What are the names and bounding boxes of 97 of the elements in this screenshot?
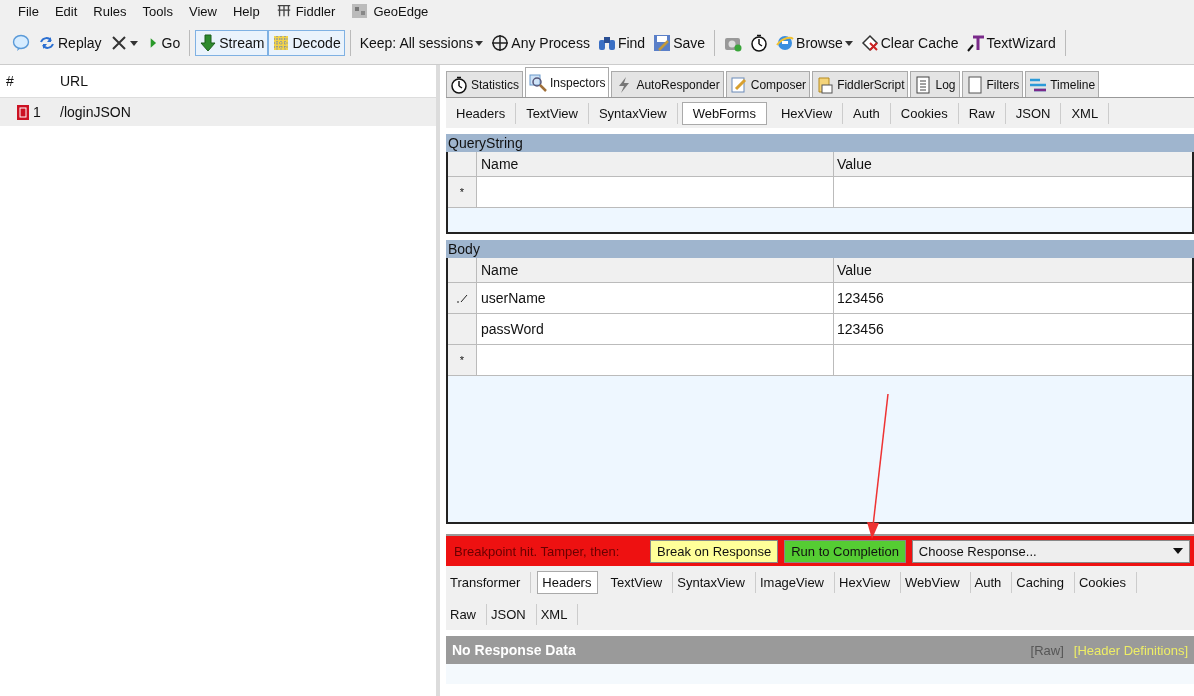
response-dropdown[interactable]: Choose Response... [911, 539, 1190, 563]
toolbar-button[interactable]: Find [593, 30, 650, 56]
dropdown-arrow-icon [1173, 548, 1183, 554]
action-button[interactable]: Break on Response [650, 539, 779, 563]
menu-item[interactable]: GeoEdge [373, 3, 429, 19]
menu-item[interactable]: Help [232, 3, 260, 19]
text-wand-icon [966, 34, 985, 52]
column-header: # [5, 73, 15, 89]
globe-icon [776, 34, 795, 52]
menu-item[interactable]: Rules [93, 3, 127, 19]
tab[interactable]: Transformer [446, 571, 532, 593]
tab[interactable]: Timeline [1025, 71, 1100, 97]
checkbox-icon [965, 75, 984, 94]
toolbar-button[interactable]: Any Process [487, 30, 594, 56]
tab[interactable]: Cookies [1074, 571, 1137, 593]
section-header: QueryString [446, 134, 1194, 152]
speech-bubble-icon [12, 34, 30, 52]
script-icon [816, 75, 835, 94]
tab[interactable]: WebView [901, 571, 971, 593]
tab[interactable]: FiddlerScript [812, 71, 909, 97]
tab[interactable]: Headers [446, 102, 517, 124]
document-icon [914, 75, 933, 94]
caret-icon [475, 40, 484, 46]
tab[interactable]: WebForms [681, 101, 767, 125]
breakpoint-icon [16, 103, 30, 121]
tab[interactable]: SyntaxView [588, 102, 678, 124]
tab[interactable]: Raw [446, 603, 487, 625]
session-row[interactable]: 1 /loginJSON [0, 98, 436, 126]
menu-item[interactable]: Tools [142, 3, 173, 19]
stopwatch-icon [450, 75, 468, 94]
tab[interactable]: SyntaxView [673, 571, 756, 593]
tab[interactable]: Cookies [890, 102, 959, 124]
tab[interactable]: HexView [770, 102, 843, 124]
caret-icon [844, 40, 853, 46]
menu-item[interactable]: Edit [54, 3, 78, 19]
tab[interactable]: AutoResponder [611, 71, 724, 97]
value-cell[interactable]: 123456 [834, 283, 1192, 313]
column-header: Value [836, 155, 873, 174]
tab[interactable]: Headers [537, 570, 599, 594]
tab[interactable]: Composer [725, 71, 811, 97]
value-cell[interactable]: 123456 [834, 314, 1192, 344]
toolbar-button[interactable]: Go [141, 30, 185, 56]
tab[interactable]: Auth [843, 102, 891, 124]
down-arrow-icon [199, 34, 218, 52]
menu-item[interactable]: Fiddler [295, 3, 336, 19]
tab[interactable]: JSON [487, 603, 537, 625]
column-header: Name [477, 152, 834, 176]
tab[interactable]: ImageView [755, 571, 835, 593]
tab[interactable]: Statistics [446, 71, 523, 97]
menu-item[interactable]: View [188, 3, 217, 19]
tab[interactable]: HexView [835, 571, 902, 593]
decode-icon [272, 34, 291, 52]
tab[interactable]: Auth [970, 571, 1013, 593]
crosshair-icon [491, 34, 510, 52]
name-cell[interactable]: passWord [477, 314, 834, 344]
section-header: Body [446, 240, 1194, 258]
eraser-icon [860, 34, 879, 52]
toolbar-button[interactable]: Replay [34, 30, 106, 56]
remove-icon [109, 34, 128, 52]
column-header: Name [477, 258, 834, 282]
action-button[interactable]: Run to Completion [784, 539, 906, 563]
tab[interactable]: Filters [961, 71, 1024, 97]
toolbar-button[interactable]: Keep: All sessions [355, 31, 488, 55]
column-header: Value [836, 261, 873, 280]
tab[interactable]: Caching [1012, 571, 1075, 593]
name-cell[interactable]: userName [477, 283, 834, 313]
new-row-marker: * [459, 354, 465, 366]
toolbar-button[interactable]: Stream [195, 30, 269, 56]
pencil-icon [729, 75, 748, 94]
tab[interactable]: TextView [516, 102, 589, 124]
tab[interactable]: Inspectors [525, 67, 610, 97]
tab[interactable]: TextView [606, 571, 674, 593]
session-number: 1 [33, 104, 41, 120]
toolbar-button[interactable]: Decode [268, 30, 345, 56]
save-icon [653, 34, 672, 52]
breakpoint-message: Breakpoint hit. Tamper, then: [453, 543, 621, 559]
stopwatch-icon [750, 34, 769, 52]
caret-icon [129, 40, 138, 46]
replay-icon [38, 34, 56, 52]
menu-item[interactable]: File [18, 3, 39, 19]
session-url: /loginJSON [59, 104, 131, 120]
tab[interactable]: Raw [958, 102, 1006, 124]
tab[interactable]: XML [1061, 102, 1110, 124]
new-row-marker: * [459, 186, 465, 198]
toolbar-button[interactable]: TextWizard [962, 30, 1060, 56]
column-header: URL [59, 73, 88, 89]
pencil-icon [456, 293, 468, 303]
magnifier-icon [529, 73, 547, 92]
toolbar-button[interactable]: Browse [772, 30, 857, 56]
toolbar-button[interactable]: Save [649, 30, 710, 56]
tab[interactable]: XML [536, 603, 579, 625]
response-title: No Response Data [452, 642, 576, 658]
binoculars-icon [597, 34, 616, 52]
toolbar-button[interactable]: Clear Cache [856, 30, 963, 56]
tab[interactable]: Log [910, 71, 960, 97]
tile-icon [351, 2, 370, 20]
tab[interactable]: JSON [1005, 102, 1062, 124]
